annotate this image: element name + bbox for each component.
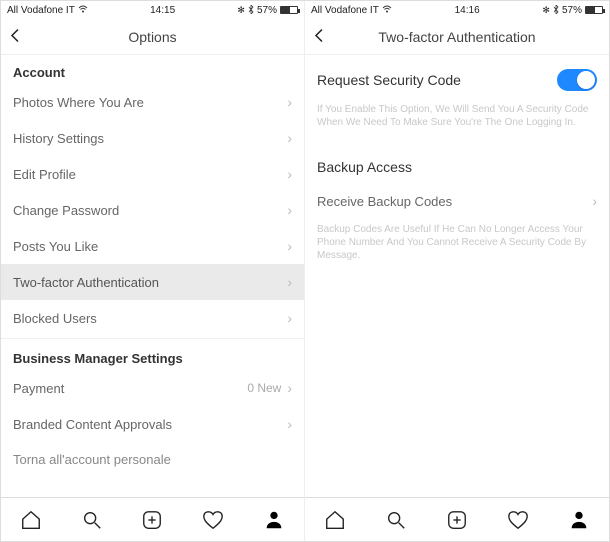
chevron-right-icon: › (287, 380, 292, 396)
left-screen: All Vodafone IT 14:15 ✻ 57% Options (1, 1, 305, 541)
nav-home[interactable] (20, 509, 42, 531)
clock-label: 14:16 (455, 5, 480, 16)
chevron-right-icon: › (592, 193, 597, 209)
page-title: Options (128, 29, 176, 45)
wifi-icon (78, 5, 88, 15)
row-photos-where-you-are[interactable]: Photos Where You Are › (1, 84, 304, 120)
nav-profile[interactable] (263, 509, 285, 531)
header: Options (1, 19, 304, 55)
backup-help-text: Backup Codes Are Useful If He Can No Lon… (305, 219, 609, 274)
options-list: Account Photos Where You Are › History S… (1, 55, 304, 497)
request-help-text: If You Enable This Option, We Will Send … (305, 99, 609, 141)
nav-bar (305, 497, 609, 541)
chevron-right-icon: › (287, 94, 292, 110)
row-posts-you-like[interactable]: Posts You Like › (1, 228, 304, 264)
nav-add[interactable] (141, 509, 163, 531)
header: Two-factor Authentication (305, 19, 609, 55)
row-payment[interactable]: Payment 0 New › (1, 370, 304, 406)
status-bar: All Vodafone IT 14:16 ✻ 57% (305, 1, 609, 19)
carrier-label: All Vodafone IT (7, 5, 75, 16)
row-change-password[interactable]: Change Password › (1, 192, 304, 228)
row-edit-profile[interactable]: Edit Profile › (1, 156, 304, 192)
security-code-toggle[interactable] (557, 69, 597, 91)
divider (1, 338, 304, 339)
section-account: Account (1, 55, 304, 84)
nav-activity[interactable] (202, 509, 224, 531)
chevron-right-icon: › (287, 416, 292, 432)
back-button[interactable] (9, 26, 23, 47)
section-backup-access: Backup Access (305, 141, 609, 183)
chevron-right-icon: › (287, 310, 292, 326)
settings-small-icon: ✻ (237, 5, 245, 16)
chevron-right-icon: › (287, 274, 292, 290)
clock-label: 14:15 (150, 5, 175, 16)
nav-add[interactable] (446, 509, 468, 531)
page-title: Two-factor Authentication (378, 29, 535, 45)
row-receive-backup-codes[interactable]: Receive Backup Codes › (305, 183, 609, 219)
chevron-right-icon: › (287, 202, 292, 218)
payment-badge: 0 New (247, 381, 281, 395)
chevron-right-icon: › (287, 130, 292, 146)
nav-profile[interactable] (568, 509, 590, 531)
nav-activity[interactable] (507, 509, 529, 531)
right-screen: All Vodafone IT 14:16 ✻ 57% Two-factor A… (305, 1, 609, 541)
row-two-factor-auth[interactable]: Two-factor Authentication › (1, 264, 304, 300)
battery-icon (280, 6, 298, 14)
bluetooth-icon (553, 5, 559, 16)
chevron-right-icon: › (287, 166, 292, 182)
nav-search[interactable] (385, 509, 407, 531)
row-request-security-code[interactable]: Request Security Code (305, 55, 609, 99)
nav-home[interactable] (324, 509, 346, 531)
back-button[interactable] (313, 26, 327, 47)
battery-percent: 57% (257, 5, 277, 16)
bluetooth-icon (248, 5, 254, 16)
wifi-icon (382, 5, 392, 15)
battery-icon (585, 6, 603, 14)
status-bar: All Vodafone IT 14:15 ✻ 57% (1, 1, 304, 19)
nav-search[interactable] (81, 509, 103, 531)
row-branded-content[interactable]: Branded Content Approvals › (1, 406, 304, 442)
settings-small-icon: ✻ (542, 5, 550, 16)
chevron-right-icon: › (287, 238, 292, 254)
row-history-settings[interactable]: History Settings › (1, 120, 304, 156)
nav-bar (1, 497, 304, 541)
row-trailing[interactable]: Torna all'account personale (1, 442, 304, 477)
carrier-label: All Vodafone IT (311, 5, 379, 16)
row-blocked-users[interactable]: Blocked Users › (1, 300, 304, 336)
section-business: Business Manager Settings (1, 341, 304, 370)
two-factor-content: Request Security Code If You Enable This… (305, 55, 609, 497)
battery-percent: 57% (562, 5, 582, 16)
